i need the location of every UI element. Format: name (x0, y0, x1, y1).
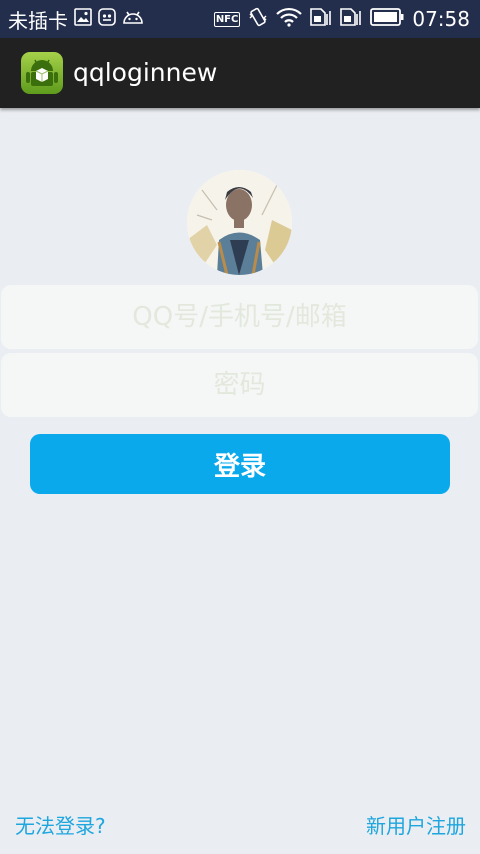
login-button[interactable]: 登录 (30, 434, 450, 494)
notification-icon (98, 8, 116, 30)
battery-icon (370, 8, 404, 30)
password-input[interactable] (1, 353, 478, 417)
action-bar: qqloginnew (0, 38, 480, 108)
sim-icon (310, 8, 332, 30)
android-debug-icon (122, 9, 144, 29)
forgot-login-link[interactable]: 无法登录? (15, 810, 106, 842)
account-input[interactable] (1, 285, 478, 349)
sim-icon (340, 8, 362, 30)
image-icon (74, 8, 92, 30)
carrier-text: 未插卡 (8, 8, 68, 33)
clock: 07:58 (412, 7, 470, 31)
wifi-icon (276, 7, 303, 31)
vibrate-icon (248, 6, 268, 32)
nfc-icon: NFC (213, 11, 241, 27)
register-link[interactable]: 新用户注册 (366, 810, 466, 842)
avatar[interactable] (187, 170, 292, 275)
status-bar: 未插卡 NFC 07:58 (0, 0, 480, 38)
android-app-icon[interactable] (20, 51, 64, 95)
login-screen: 未插卡 NFC 07:58 qqloginnew QQ号/手机号/邮箱 登录 无… (0, 0, 480, 854)
app-title: qqloginnew (73, 58, 218, 87)
